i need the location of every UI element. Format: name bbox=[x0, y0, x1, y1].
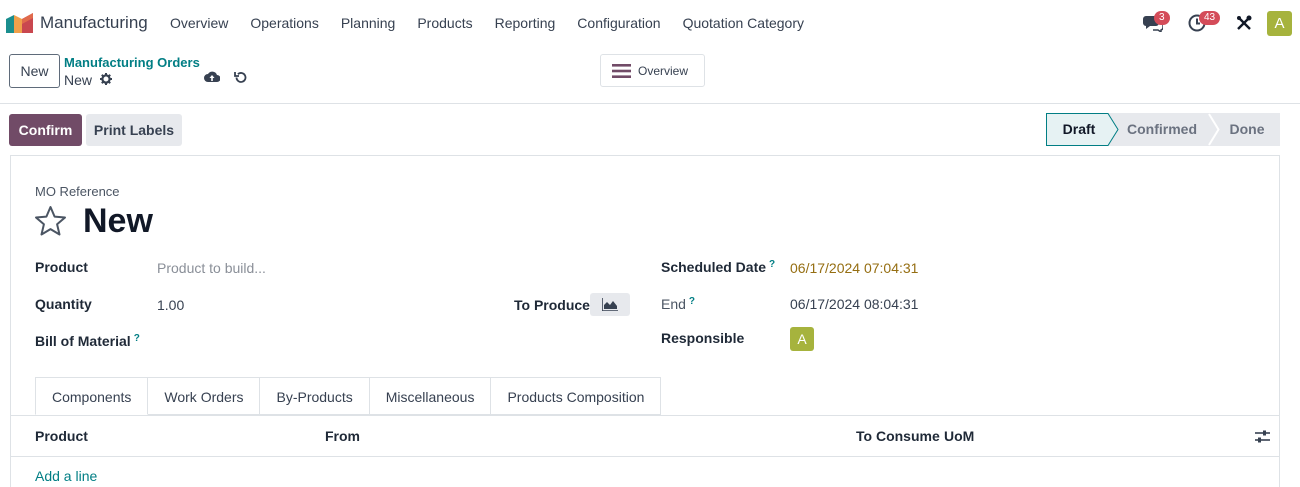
bom-label-text: Bill of Material bbox=[35, 333, 131, 349]
bom-label: Bill of Material? bbox=[35, 333, 140, 349]
scheduled-help-icon[interactable]: ? bbox=[769, 259, 775, 270]
star-icon[interactable] bbox=[34, 205, 67, 237]
product-label: Product bbox=[35, 259, 88, 275]
menu-reporting[interactable]: Reporting bbox=[495, 15, 556, 31]
menu-operations[interactable]: Operations bbox=[250, 15, 318, 31]
column-from[interactable]: From bbox=[325, 428, 360, 444]
tab-by-products[interactable]: By-Products bbox=[260, 377, 370, 415]
stage-confirmed[interactable]: Confirmed bbox=[1120, 113, 1204, 146]
control-panel: New Manufacturing Orders New Overview bbox=[0, 46, 1300, 104]
scheduled-date-input[interactable]: 06/17/2024 07:04:31 bbox=[790, 260, 918, 276]
end-label: End? bbox=[661, 296, 695, 312]
mo-title: New bbox=[83, 202, 153, 240]
tab-work-orders[interactable]: Work Orders bbox=[148, 377, 261, 415]
quantity-input[interactable]: 1.00 bbox=[157, 297, 184, 313]
product-input[interactable]: Product to build... bbox=[157, 260, 266, 276]
column-to-consume[interactable]: To Consume bbox=[856, 428, 940, 444]
confirm-button[interactable]: Confirm bbox=[9, 114, 82, 146]
app-name[interactable]: Manufacturing bbox=[40, 13, 148, 33]
discard-icon[interactable] bbox=[234, 71, 247, 84]
scheduled-date-label: Scheduled Date? bbox=[661, 259, 775, 275]
activities-badge: 43 bbox=[1199, 11, 1221, 25]
main-menu: Overview Operations Planning Products Re… bbox=[170, 15, 826, 31]
form-sheet: MO Reference New Product Product to buil… bbox=[10, 155, 1280, 487]
overview-label: Overview bbox=[638, 64, 689, 78]
breadcrumb-current: New bbox=[64, 72, 93, 88]
notebook-tabs: Components Work Orders By-Products Misce… bbox=[35, 377, 662, 415]
end-date-value: 06/17/2024 08:04:31 bbox=[790, 296, 919, 312]
manufacturing-app-icon[interactable] bbox=[6, 13, 33, 33]
end-help-icon[interactable]: ? bbox=[689, 296, 695, 307]
end-label-text: End bbox=[661, 296, 686, 312]
mo-reference-label: MO Reference bbox=[35, 184, 120, 199]
bom-help-icon[interactable]: ? bbox=[134, 333, 140, 344]
new-button[interactable]: New bbox=[9, 54, 60, 88]
tab-miscellaneous[interactable]: Miscellaneous bbox=[369, 377, 492, 415]
stage-draft[interactable]: Draft bbox=[1046, 113, 1112, 146]
user-avatar[interactable]: A bbox=[1267, 11, 1292, 36]
table-header-divider bbox=[11, 456, 1279, 457]
messages-badge: 3 bbox=[1154, 11, 1170, 25]
column-product[interactable]: Product bbox=[35, 428, 88, 444]
tabs-divider bbox=[11, 415, 1279, 416]
responsible-avatar[interactable]: A bbox=[790, 327, 814, 351]
stage-done[interactable]: Done bbox=[1222, 113, 1272, 146]
tab-components[interactable]: Components bbox=[35, 377, 149, 415]
list-icon bbox=[612, 64, 631, 78]
print-labels-button[interactable]: Print Labels bbox=[86, 114, 182, 146]
optional-columns-icon[interactable] bbox=[1255, 429, 1270, 444]
status-stages: Draft Confirmed Done bbox=[1046, 113, 1280, 146]
menu-products[interactable]: Products bbox=[417, 15, 472, 31]
add-line-link[interactable]: Add a line bbox=[35, 468, 97, 484]
forecast-button[interactable] bbox=[590, 293, 630, 316]
to-produce-label: To Produce bbox=[514, 297, 590, 313]
tab-products-composition[interactable]: Products Composition bbox=[491, 377, 662, 415]
scheduled-date-label-text: Scheduled Date bbox=[661, 259, 767, 275]
cloud-upload-icon[interactable] bbox=[204, 70, 220, 84]
menu-configuration[interactable]: Configuration bbox=[577, 15, 660, 31]
overview-button[interactable]: Overview bbox=[600, 54, 705, 87]
area-chart-icon bbox=[602, 298, 618, 311]
menu-planning[interactable]: Planning bbox=[341, 15, 396, 31]
responsible-label: Responsible bbox=[661, 330, 745, 346]
top-navbar: Manufacturing Overview Operations Planni… bbox=[0, 0, 1300, 46]
debug-tools-icon[interactable] bbox=[1236, 15, 1252, 31]
quantity-label: Quantity bbox=[35, 296, 92, 312]
gear-icon[interactable] bbox=[100, 73, 112, 85]
menu-overview[interactable]: Overview bbox=[170, 15, 228, 31]
column-uom[interactable]: UoM bbox=[944, 428, 974, 444]
breadcrumb-manufacturing-orders[interactable]: Manufacturing Orders bbox=[64, 55, 200, 70]
menu-quotation-category[interactable]: Quotation Category bbox=[683, 15, 804, 31]
